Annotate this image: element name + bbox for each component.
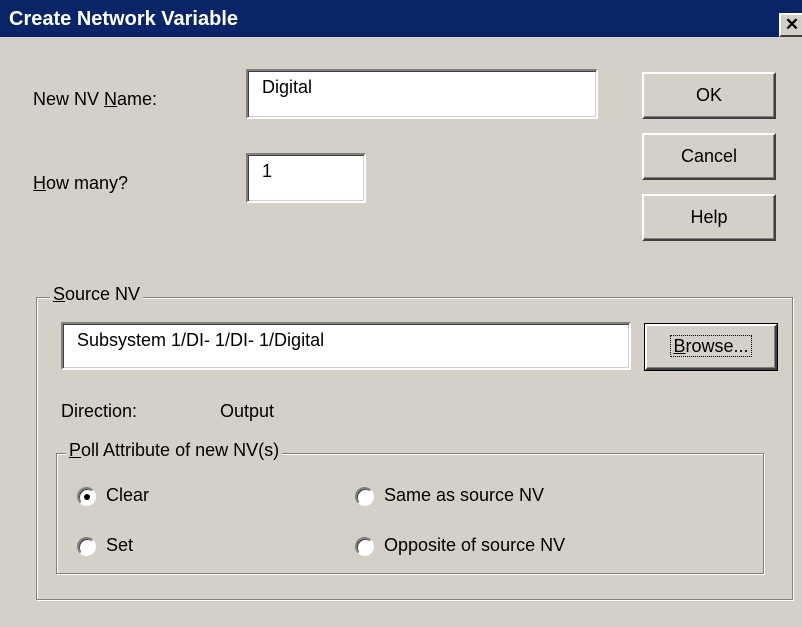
how-many-input[interactable]: 1: [246, 153, 366, 203]
nv-name-input[interactable]: Digital: [246, 69, 598, 119]
cancel-button[interactable]: Cancel: [642, 133, 776, 180]
radio-opposite-circle[interactable]: [355, 537, 374, 556]
source-nv-path-input[interactable]: Subsystem 1/DI- 1/DI- 1/Digital: [61, 322, 631, 370]
radio-same-label: Same as source NV: [384, 485, 545, 505]
source-nv-legend: Source NV: [50, 284, 144, 305]
radio-opposite-label: Opposite of source NV: [384, 535, 566, 555]
direction-label: Direction:: [61, 401, 138, 421]
browse-button[interactable]: Browse...: [644, 323, 778, 371]
nv-name-label-accesskey: N: [104, 89, 118, 109]
help-button[interactable]: Help: [642, 194, 776, 241]
how-many-label-accesskey: H: [33, 173, 46, 193]
poll-legend-accesskey: P: [69, 440, 82, 460]
source-nv-legend-suffix: ource NV: [65, 284, 141, 304]
how-many-label-suffix: ow many?: [46, 173, 129, 193]
radio-selected-dot: [84, 494, 90, 500]
nv-name-label: New NV Name:: [33, 89, 157, 110]
radio-clear-label: Clear: [106, 485, 150, 505]
title-bar: Create Network Variable: [0, 0, 802, 37]
nv-name-label-prefix: New NV: [33, 89, 105, 109]
radio-set-circle[interactable]: [77, 537, 96, 556]
close-icon: ✕: [784, 15, 800, 34]
window-title: Create Network Variable: [9, 8, 238, 30]
radio-set-label: Set: [106, 535, 134, 555]
poll-legend-suffix: oll Attribute of new NV(s): [81, 440, 280, 460]
browse-accesskey: B: [673, 336, 686, 356]
direction-value: Output: [220, 401, 275, 421]
radio-clear-circle[interactable]: [77, 487, 96, 506]
close-button[interactable]: ✕: [779, 13, 802, 37]
ok-button[interactable]: OK: [642, 72, 776, 119]
browse-button-label: Browse...: [670, 335, 752, 357]
poll-attribute-legend: Poll Attribute of new NV(s): [66, 440, 283, 461]
how-many-label: How many?: [33, 173, 128, 194]
source-nv-legend-accesskey: S: [53, 284, 66, 304]
browse-label-suffix: rowse...: [685, 336, 749, 356]
radio-same-circle[interactable]: [355, 487, 374, 506]
nv-name-label-suffix: ame:: [117, 89, 158, 109]
